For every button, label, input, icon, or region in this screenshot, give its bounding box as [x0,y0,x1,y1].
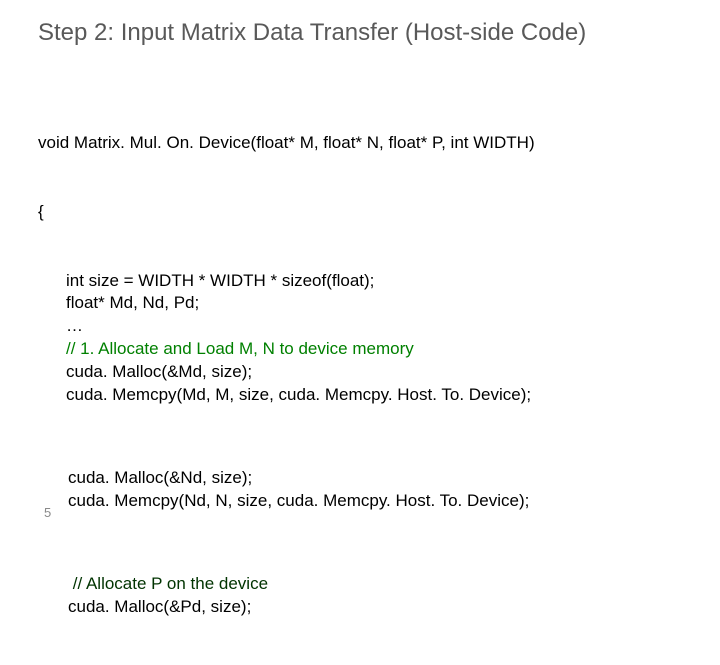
code-block: void Matrix. Mul. On. Device(float* M, f… [38,86,690,665]
code-line: cuda. Memcpy(Md, M, size, cuda. Memcpy. … [66,385,531,404]
code-line: int size = WIDTH * WIDTH * sizeof(float)… [66,271,374,290]
code-line-signature: void Matrix. Mul. On. Device(float* M, f… [38,132,690,155]
code-comment: // 1. Allocate and Load M, N to device m… [66,339,414,358]
code-line: float* Md, Nd, Pd; [66,293,199,312]
code-line: cuda. Malloc(&Pd, size); [68,597,251,616]
code-line: cuda. Malloc(&Nd, size); [68,468,252,487]
code-comment: // Allocate P on the device [68,574,268,593]
slide: Step 2: Input Matrix Data Transfer (Host… [0,0,720,540]
code-line: cuda. Malloc(&Md, size); [66,362,252,381]
code-line: … [66,316,83,335]
code-line-open-brace: { [38,201,690,224]
page-number: 5 [44,505,51,520]
slide-title: Step 2: Input Matrix Data Transfer (Host… [38,18,690,48]
code-line: cuda. Memcpy(Nd, N, size, cuda. Memcpy. … [68,491,529,510]
